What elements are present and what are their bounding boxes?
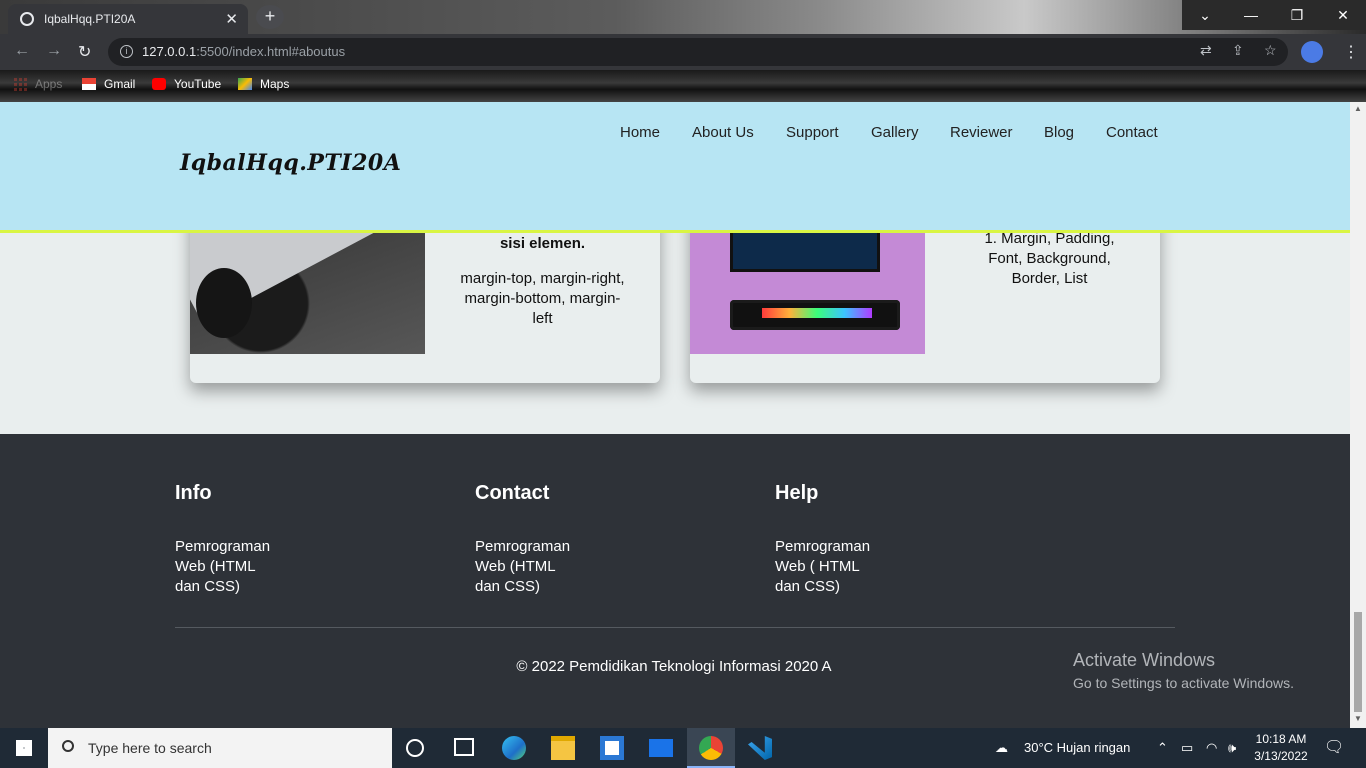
windows-logo-icon xyxy=(16,740,32,756)
card-body: 1. Margin, Padding, Font, Background, Bo… xyxy=(984,230,1115,287)
site-logo[interactable]: IqbalHqq.PTI20A xyxy=(180,150,401,176)
bookmark-label: Gmail xyxy=(104,77,136,91)
watermark-title: Activate Windows xyxy=(1073,650,1216,670)
scrollbar-thumb[interactable] xyxy=(1354,612,1362,712)
taskbar-search[interactable]: Type here to search xyxy=(48,728,392,768)
footer-heading: Contact xyxy=(475,482,550,504)
footer-text: Pemrograman Web (HTML dan CSS) xyxy=(475,538,571,595)
footer-text: Pemrograman Web (HTML dan CSS) xyxy=(175,538,271,595)
tab-strip: IqbalHqq.PTI20A ✕ + ⌄ — ❐ ✕ xyxy=(0,0,1366,34)
bookmark-gmail[interactable]: Gmail xyxy=(82,77,135,91)
weather-text[interactable]: 30°C Hujan ringan xyxy=(1024,728,1130,768)
footer-text: Pemrograman Web ( HTML dan CSS) xyxy=(775,538,871,595)
store-icon[interactable] xyxy=(600,736,624,760)
footer-column-info: Info Pemrograman Web (HTML dan CSS) xyxy=(175,482,295,597)
tray-chevron-icon[interactable]: ⌃ xyxy=(1157,728,1168,768)
close-window-button[interactable]: ✕ xyxy=(1320,0,1366,30)
back-icon[interactable]: ← xyxy=(14,42,30,60)
new-tab-button[interactable]: + xyxy=(256,5,284,29)
card-body: margin-top, margin-right, margin-bottom,… xyxy=(460,270,625,327)
start-button[interactable] xyxy=(0,728,48,768)
chrome-taskbar-button[interactable] xyxy=(687,728,735,768)
apps-grid-icon xyxy=(14,77,27,91)
translate-icon[interactable]: ⇄ xyxy=(1200,42,1212,59)
footer-heading: Help xyxy=(775,482,819,504)
page-viewport: sisi elemen. margin-top, margin-right, m… xyxy=(0,102,1350,728)
browser-toolbar: ← → ↻ i 127.0.0.1:5500/index.html#aboutu… xyxy=(0,34,1366,70)
wifi-icon[interactable]: ◠ xyxy=(1206,728,1217,768)
file-explorer-icon[interactable] xyxy=(551,736,575,760)
scroll-down-icon[interactable]: ▼ xyxy=(1354,714,1362,723)
windows-taskbar: Type here to search ☁ 30°C Hujan ringan … xyxy=(0,728,1366,768)
nav-gallery[interactable]: Gallery xyxy=(871,124,919,141)
clock-time: 10:18 AM xyxy=(1255,732,1307,746)
maps-icon xyxy=(238,78,252,90)
cortana-icon[interactable] xyxy=(406,739,424,757)
battery-icon[interactable]: ▭ xyxy=(1181,728,1193,768)
mail-icon[interactable] xyxy=(649,739,673,757)
nav-home[interactable]: Home xyxy=(620,124,660,141)
chrome-icon xyxy=(699,736,723,760)
profile-avatar-icon[interactable] xyxy=(1301,41,1323,63)
search-icon xyxy=(62,740,74,752)
browser-tab[interactable]: IqbalHqq.PTI20A ✕ xyxy=(8,4,248,34)
task-view-icon[interactable] xyxy=(454,738,474,756)
bookmarks-bar: Apps Gmail YouTube Maps xyxy=(0,70,1366,102)
youtube-icon xyxy=(152,78,166,90)
url-host: 127.0.0.1 xyxy=(142,44,197,59)
tab-search-icon[interactable]: ⌄ xyxy=(1182,0,1228,30)
share-icon[interactable]: ⇪ xyxy=(1232,42,1244,59)
volume-icon[interactable]: 🕪 xyxy=(1228,728,1236,768)
nav-support[interactable]: Support xyxy=(786,124,839,141)
tab-title: IqbalHqq.PTI20A xyxy=(44,12,136,26)
edge-icon[interactable] xyxy=(502,736,526,760)
bookmark-label: Maps xyxy=(260,77,290,91)
bookmark-label: YouTube xyxy=(174,77,222,91)
bookmark-youtube[interactable]: YouTube xyxy=(152,77,221,91)
forward-icon[interactable]: → xyxy=(46,42,62,60)
copyright-text: © 2022 Pemdidikan Teknologi Informasi 20… xyxy=(516,658,832,675)
bookmark-maps[interactable]: Maps xyxy=(238,77,289,91)
gmail-icon xyxy=(82,78,96,90)
tab-close-icon[interactable]: ✕ xyxy=(225,10,238,28)
bookmark-label: Apps xyxy=(35,77,63,91)
restore-button[interactable]: ❐ xyxy=(1274,0,1320,30)
footer-heading: Info xyxy=(175,482,212,504)
bookmark-apps[interactable]: Apps xyxy=(14,77,62,91)
page-scrollbar[interactable]: ▲ ▼ xyxy=(1350,102,1366,728)
weather-icon[interactable]: ☁ xyxy=(995,728,1008,768)
scroll-up-icon[interactable]: ▲ xyxy=(1354,104,1362,113)
activate-windows-watermark: Activate Windows Go to Settings to activ… xyxy=(1073,650,1294,691)
watermark-subtitle: Go to Settings to activate Windows. xyxy=(1073,675,1294,691)
footer-column-help: Help Pemrograman Web ( HTML dan CSS) xyxy=(775,482,895,597)
url-path: :5500/index.html#aboutus xyxy=(196,44,346,59)
notification-icon[interactable]: 🗨 xyxy=(1324,728,1344,768)
nav-reviewer[interactable]: Reviewer xyxy=(950,124,1013,141)
menu-kebab-icon[interactable]: ⋮ xyxy=(1343,42,1359,62)
minimize-button[interactable]: — xyxy=(1228,0,1274,30)
site-info-icon[interactable]: i xyxy=(120,45,133,58)
site-header: IqbalHqq.PTI20A Home About Us Support Ga… xyxy=(0,102,1350,233)
footer-divider xyxy=(175,627,1175,628)
reload-icon[interactable]: ↻ xyxy=(78,42,91,62)
nav-blog[interactable]: Blog xyxy=(1044,124,1074,141)
globe-icon xyxy=(20,12,34,26)
address-bar[interactable]: i 127.0.0.1:5500/index.html#aboutus xyxy=(108,38,1288,66)
nav-contact[interactable]: Contact xyxy=(1106,124,1158,141)
card-heading: sisi elemen. xyxy=(499,235,586,252)
clock-date: 3/13/2022 xyxy=(1254,749,1308,763)
taskbar-clock[interactable]: 10:18 AM 3/13/2022 xyxy=(1250,731,1312,765)
nav-about-us[interactable]: About Us xyxy=(692,124,754,141)
footer-column-contact: Contact Pemrograman Web (HTML dan CSS) xyxy=(475,482,595,597)
vscode-icon[interactable] xyxy=(748,736,772,760)
bookmark-star-icon[interactable]: ☆ xyxy=(1264,42,1277,59)
search-placeholder: Type here to search xyxy=(88,740,212,756)
